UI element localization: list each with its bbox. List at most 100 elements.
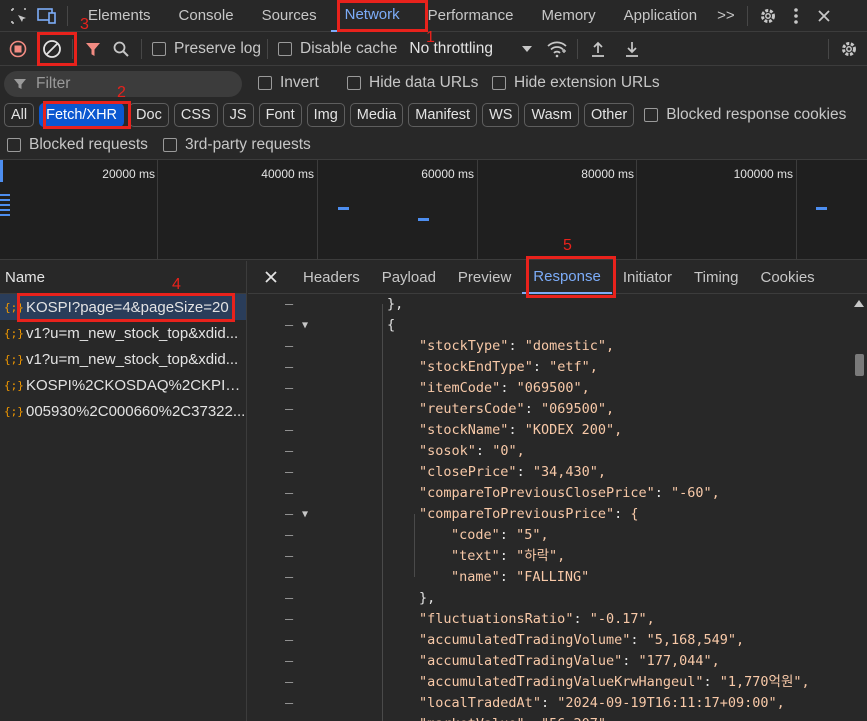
close-icon[interactable]	[248, 261, 292, 294]
tab-sources[interactable]: Sources	[248, 0, 331, 32]
response-line: – "localTradedAt": "2024-09-19T16:11:17+0…	[248, 693, 851, 714]
filter-icon[interactable]	[79, 35, 107, 63]
timeline-divider	[157, 160, 158, 260]
type-chip-other[interactable]: Other	[584, 103, 635, 127]
blocked-response-cookies-checkbox[interactable]: Blocked response cookies	[644, 106, 846, 124]
timeline-label: 40000 ms	[261, 167, 314, 181]
tab-performance[interactable]: Performance	[414, 0, 528, 32]
json-quote: "	[419, 695, 428, 711]
filter-small-icon	[14, 79, 26, 89]
gear-icon[interactable]	[754, 2, 782, 30]
detail-tab-headers[interactable]: Headers	[292, 261, 371, 294]
json-value: "etf",	[549, 359, 598, 375]
annotation-box-response-tab	[526, 256, 616, 298]
device-toggle-icon[interactable]	[33, 2, 61, 30]
json-colon: :	[516, 464, 533, 480]
json-colon: :	[622, 653, 639, 669]
hide-extension-urls-checkbox[interactable]: Hide extension URLs	[492, 74, 660, 92]
inspect-icon[interactable]	[5, 2, 33, 30]
upload-icon[interactable]	[584, 35, 612, 63]
blocked-requests-checkbox[interactable]: Blocked requests	[7, 136, 148, 154]
json-quote: "	[419, 674, 428, 690]
json-key: accumulatedTradingVolume	[427, 632, 623, 648]
expand-triangle-icon[interactable]: ▼	[302, 315, 308, 336]
line-marker: –	[285, 485, 294, 501]
detail-tab-cookies[interactable]: Cookies	[749, 261, 825, 294]
request-row[interactable]: {;} KOSPI%2CKOSDAQ%2CKPI200	[0, 372, 246, 398]
name-column-header[interactable]: Name	[0, 261, 246, 294]
tab-application[interactable]: Application	[610, 0, 711, 32]
preserve-log-checkbox[interactable]: Preserve log	[152, 40, 261, 58]
checkbox-box[interactable]	[258, 76, 272, 90]
line-marker: –	[285, 380, 294, 396]
checkbox-box[interactable]	[278, 41, 293, 56]
json-text: "name": "FALLING"	[451, 567, 589, 588]
record-stop-icon[interactable]	[4, 35, 32, 63]
json-quote: "	[451, 548, 460, 564]
network-overview-timeline[interactable]: 20000 ms 40000 ms 60000 ms 80000 ms 1000…	[0, 160, 867, 260]
checkbox-box[interactable]	[492, 76, 506, 90]
xhr-icon: {;}	[4, 352, 24, 366]
json-colon: :	[703, 674, 720, 690]
response-body[interactable]: –}, – ▼{– "stockType": "domestic", – "stockEn…	[248, 294, 851, 721]
timeline-bar	[0, 194, 10, 196]
checkbox-box[interactable]	[347, 76, 361, 90]
detail-tab-payload[interactable]: Payload	[371, 261, 447, 294]
json-quote: "	[451, 569, 460, 585]
network-settings-gear-icon[interactable]	[835, 35, 863, 63]
wifi-icon[interactable]	[543, 35, 571, 63]
json-key: marketValue	[427, 716, 516, 721]
type-chip-doc[interactable]: Doc	[129, 103, 169, 127]
tab-memory[interactable]: Memory	[528, 0, 610, 32]
json-value: "5",	[516, 527, 549, 543]
more-tabs-button[interactable]: >>	[711, 0, 741, 32]
line-marker: –	[285, 632, 294, 648]
type-chip-img[interactable]: Img	[306, 103, 345, 127]
request-row[interactable]: {;} v1?u=m_new_stock_top&xdid...	[0, 320, 246, 346]
timeline-divider	[477, 160, 478, 260]
json-quote: "	[419, 485, 428, 501]
line-marker: –	[285, 422, 294, 438]
detail-tab-timing[interactable]: Timing	[683, 261, 749, 294]
close-devtools-icon[interactable]	[810, 2, 838, 30]
json-quote: "	[517, 716, 525, 721]
third-party-requests-checkbox[interactable]: 3rd-party requests	[163, 136, 311, 154]
disable-cache-checkbox[interactable]: Disable cache	[278, 40, 397, 58]
checkbox-box[interactable]	[163, 137, 177, 152]
checkbox-box[interactable]	[7, 137, 21, 152]
response-line: – ▼ {	[248, 315, 851, 336]
json-colon: :	[499, 569, 517, 585]
type-chip-js[interactable]: JS	[222, 103, 254, 127]
type-chip-font[interactable]: Font	[258, 103, 302, 127]
json-text: "stockType": "domestic",	[419, 336, 614, 357]
type-chip-media[interactable]: Media	[349, 103, 404, 127]
type-chip-all[interactable]: All	[4, 103, 35, 127]
timeline-divider	[636, 160, 637, 260]
json-quote: "	[467, 443, 476, 459]
detail-tab-preview[interactable]: Preview	[447, 261, 522, 294]
checkbox-box[interactable]	[152, 41, 166, 56]
type-chip-css[interactable]: CSS	[173, 103, 218, 127]
invert-label: Invert	[280, 74, 319, 91]
json-quote: "	[491, 527, 500, 543]
type-chip-wasm[interactable]: Wasm	[524, 103, 579, 127]
type-chip-manifest[interactable]: Manifest	[408, 103, 478, 127]
scroll-thumb[interactable]	[855, 354, 864, 376]
request-row[interactable]: {;} 005930%2C000660%2C37322...	[0, 398, 246, 424]
json-quote: "	[419, 380, 428, 396]
line-marker: –	[285, 401, 294, 417]
expand-triangle-icon[interactable]: ▼	[302, 504, 308, 525]
invert-checkbox[interactable]: Invert	[258, 74, 319, 92]
annotation-number: 3	[80, 16, 89, 33]
kebab-icon[interactable]	[782, 2, 810, 30]
response-scrollbar[interactable]	[851, 294, 867, 721]
type-chip-ws[interactable]: WS	[482, 103, 520, 127]
scroll-up-icon[interactable]	[854, 300, 864, 307]
detail-tab-initiator[interactable]: Initiator	[612, 261, 683, 294]
tab-console[interactable]: Console	[165, 0, 248, 32]
checkbox-box[interactable]	[644, 108, 659, 122]
hide-data-urls-checkbox[interactable]: Hide data URLs	[347, 74, 478, 92]
download-icon[interactable]	[618, 35, 646, 63]
request-row[interactable]: {;} v1?u=m_new_stock_top&xdid...	[0, 346, 246, 372]
search-icon[interactable]	[107, 35, 135, 63]
